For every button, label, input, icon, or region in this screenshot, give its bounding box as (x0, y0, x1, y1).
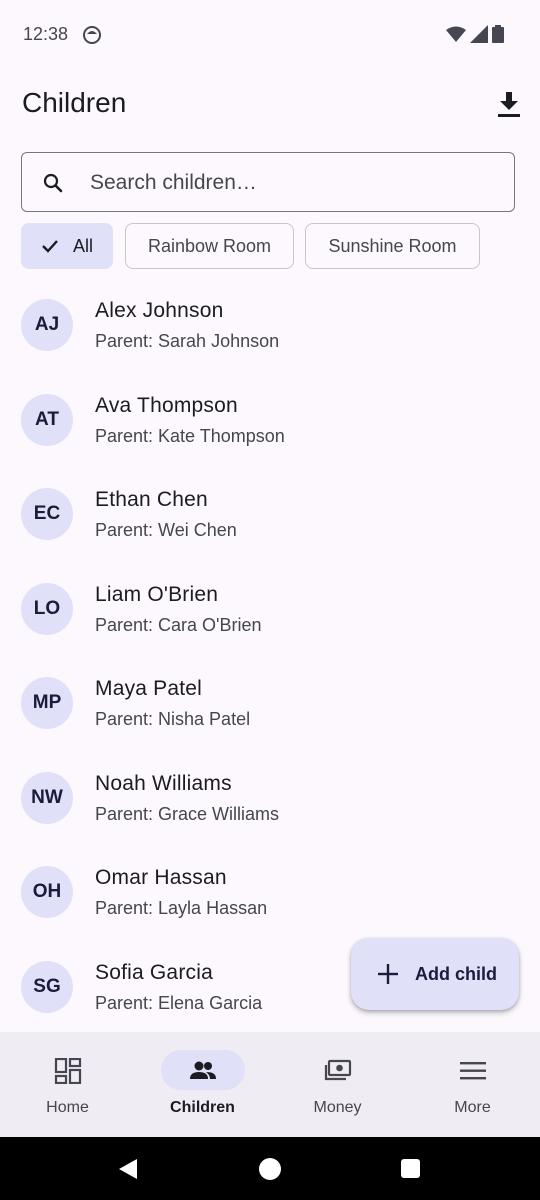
child-name: Liam O'Brien (95, 582, 219, 606)
bottom-navigation: Home Children Money More (0, 1032, 540, 1137)
back-icon[interactable] (117, 1157, 139, 1181)
avatar: AJ (21, 299, 73, 351)
status-time: 12:38 (23, 24, 69, 44)
search-box[interactable] (21, 152, 515, 212)
nav-label: Home (46, 1099, 89, 1116)
signal-icon (470, 25, 488, 43)
app-bar: Children (0, 70, 540, 140)
system-navigation-bar (0, 1137, 540, 1200)
parent-name: Parent: Grace Williams (95, 803, 280, 824)
child-name: Sofia Garcia (95, 960, 213, 984)
nav-label: Money (313, 1099, 362, 1116)
app-notification-icon (83, 26, 101, 44)
parent-name: Parent: Wei Chen (95, 520, 237, 540)
filter-chip-label: All (72, 235, 93, 256)
filter-chip-all[interactable]: All (21, 223, 113, 269)
avatar: LO (21, 582, 73, 635)
child-name: Alex Johnson (95, 299, 224, 322)
child-name: Noah Williams (95, 771, 232, 795)
child-name: Ethan Chen (95, 488, 208, 511)
nav-item-children[interactable]: Children (135, 1032, 270, 1137)
child-row[interactable]: AT Ava Thompson Parent: Kate Thompson (0, 373, 540, 467)
nav-item-more[interactable]: More (405, 1032, 540, 1137)
avatar: OH (21, 866, 73, 918)
child-row[interactable]: AJ Alex Johnson Parent: Sarah Johnson (0, 278, 540, 372)
child-row[interactable]: OH Omar Hassan Parent: Layla Hassan (0, 845, 540, 939)
battery-icon (492, 25, 504, 43)
parent-name: Parent: Elena Garcia (95, 992, 263, 1013)
nav-item-home[interactable]: Home (0, 1032, 135, 1137)
recents-square-icon[interactable] (401, 1159, 420, 1178)
search-input[interactable] (88, 153, 502, 212)
avatar: NW (21, 771, 73, 824)
home-circle-icon[interactable] (259, 1158, 281, 1180)
parent-name: Parent: Layla Hassan (95, 898, 268, 918)
child-row[interactable]: MP Maya Patel Parent: Nisha Patel (0, 656, 540, 750)
parent-name: Parent: Sarah Johnson (95, 331, 280, 351)
add-child-label: Add child (415, 964, 497, 984)
nav-label: More (454, 1099, 491, 1116)
parent-name: Parent: Nisha Patel (95, 709, 251, 729)
child-row[interactable]: NW Noah Williams Parent: Grace Williams (0, 751, 540, 845)
page-title: Children (22, 87, 127, 118)
avatar: AT (21, 393, 73, 446)
download-icon[interactable] (496, 90, 522, 118)
status-icons (446, 25, 504, 43)
plus-icon (378, 964, 398, 984)
status-bar: 12:38 (0, 0, 540, 70)
child-name: Maya Patel (95, 677, 203, 700)
check-icon (42, 240, 58, 253)
filter-chip-rainbow-room[interactable]: Rainbow Room (125, 223, 294, 269)
filter-chip-sunshine-room[interactable]: Sunshine Room (305, 223, 480, 269)
wifi-icon (446, 26, 466, 42)
child-name: Ava Thompson (95, 393, 238, 417)
parent-name: Parent: Kate Thompson (95, 425, 285, 446)
child-row[interactable]: EC Ethan Chen Parent: Wei Chen (0, 467, 540, 561)
avatar: SG (21, 960, 73, 1013)
dashboard-icon (54, 1058, 82, 1084)
avatar: MP (21, 677, 73, 729)
child-name: Omar Hassan (95, 866, 227, 889)
parent-name: Parent: Cara O'Brien (95, 614, 262, 635)
avatar: EC (21, 488, 73, 540)
nav-label: Children (170, 1099, 235, 1116)
payments-icon (324, 1059, 352, 1081)
child-row[interactable]: LO Liam O'Brien Parent: Cara O'Brien (0, 562, 540, 656)
filter-chip-label: Rainbow Room (147, 235, 272, 256)
add-child-button[interactable]: Add child (351, 938, 519, 1010)
search-icon (43, 173, 63, 193)
nav-item-money[interactable]: Money (270, 1032, 405, 1137)
filter-chip-label: Sunshine Room (328, 235, 457, 256)
menu-icon (460, 1062, 486, 1080)
people-icon (190, 1061, 216, 1079)
